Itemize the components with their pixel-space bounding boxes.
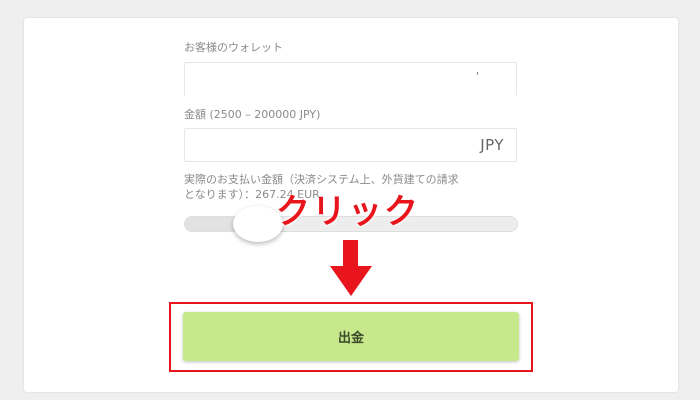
wallet-field[interactable]: ' [184, 62, 517, 96]
currency-suffix: JPY [480, 136, 504, 154]
amount-field[interactable]: JPY [184, 128, 517, 162]
amount-label: 金額 (2500 – 200000 JPY) [184, 108, 321, 121]
wallet-field-value: ' [476, 71, 479, 82]
down-arrow-icon [343, 240, 358, 268]
wallet-label: お客様のウォレット [184, 41, 283, 54]
annotation-highlight-box [169, 302, 533, 372]
actual-payment-line1: 実際のお支払い金額（決済システム上、外貨建ての請求 [184, 173, 459, 186]
click-annotation-label: クリック [276, 192, 420, 232]
down-arrow-head-icon [330, 266, 372, 296]
